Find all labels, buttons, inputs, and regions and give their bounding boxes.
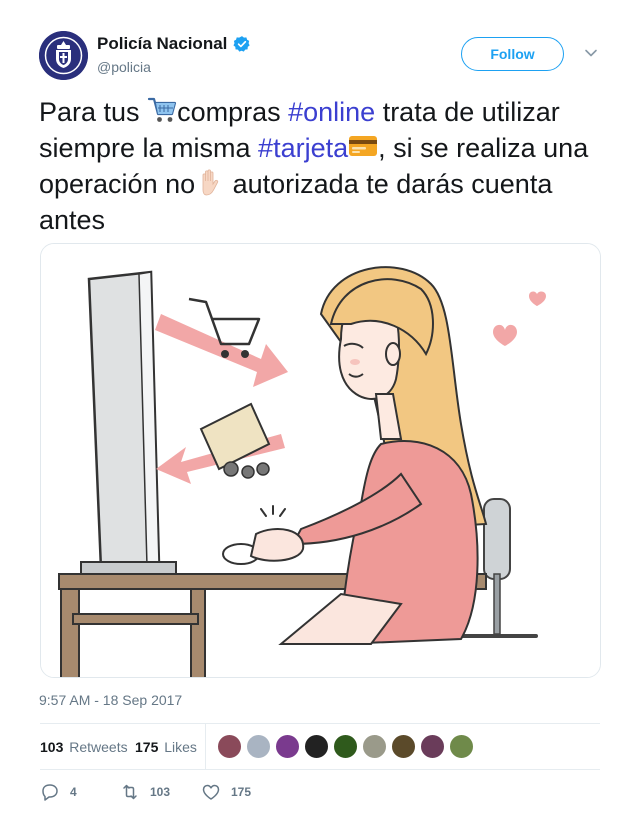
author-name-text[interactable]: Policía Nacional xyxy=(97,34,227,54)
woman-shopping-online-illustration xyxy=(41,244,600,677)
tweet-card: Policía Nacional @policia Follow Para tu… xyxy=(0,0,640,832)
hashtag-link-tarjeta[interactable]: #tarjeta xyxy=(258,133,348,163)
tweet-text-segment: Para tus xyxy=(39,97,148,127)
heart-icon xyxy=(202,784,220,800)
raised-hand-icon xyxy=(202,169,219,196)
follow-button[interactable]: Follow xyxy=(461,37,564,71)
tweet-text-segment: compras xyxy=(177,97,289,127)
stats-separator xyxy=(205,724,206,769)
liker-avatar[interactable] xyxy=(449,734,474,759)
credit-card-icon xyxy=(349,136,378,156)
author-avatar[interactable] xyxy=(39,31,88,80)
liker-avatar[interactable] xyxy=(420,734,445,759)
liker-avatar[interactable] xyxy=(217,734,242,759)
liker-avatar[interactable] xyxy=(333,734,358,759)
likes-label: Likes xyxy=(164,739,197,755)
reply-icon xyxy=(42,784,58,801)
retweets-stat[interactable]: 103 Retweets xyxy=(40,739,128,755)
hashtag-link-online[interactable]: #online xyxy=(288,97,375,127)
tweet-stats: 103 Retweets 175 Likes xyxy=(40,724,600,769)
likes-count: 175 xyxy=(135,739,159,755)
tweet-text: Para tus compras #online trata de utiliz… xyxy=(39,94,609,238)
chevron-down-icon[interactable] xyxy=(584,46,598,60)
retweet-button[interactable]: 103 xyxy=(120,782,170,802)
retweet-count: 103 xyxy=(150,785,171,799)
tweet-timestamp[interactable]: 9:57 AM - 18 Sep 2017 xyxy=(39,692,182,708)
liker-avatars xyxy=(217,734,478,759)
tweet-media-image[interactable] xyxy=(40,243,601,678)
shopping-cart-icon xyxy=(147,97,177,122)
author-handle[interactable]: @policia xyxy=(97,59,151,75)
divider xyxy=(40,769,600,770)
liker-avatar[interactable] xyxy=(362,734,387,759)
liker-avatar[interactable] xyxy=(246,734,271,759)
liker-avatar[interactable] xyxy=(391,734,416,759)
retweets-label: Retweets xyxy=(69,739,128,755)
retweets-count: 103 xyxy=(40,739,64,755)
police-badge-icon xyxy=(39,31,88,80)
verified-badge-icon xyxy=(233,36,251,52)
liker-avatar[interactable] xyxy=(304,734,329,759)
retweet-icon xyxy=(123,784,137,800)
likes-stat[interactable]: 175 Likes xyxy=(135,739,197,755)
like-count: 175 xyxy=(231,785,252,799)
tweet-actions: 4 103 175 xyxy=(40,780,600,806)
like-button[interactable]: 175 xyxy=(201,782,251,802)
reply-count: 4 xyxy=(70,785,77,799)
author-name[interactable]: Policía Nacional xyxy=(97,34,251,54)
liker-avatar[interactable] xyxy=(275,734,300,759)
reply-button[interactable]: 4 xyxy=(40,782,77,802)
